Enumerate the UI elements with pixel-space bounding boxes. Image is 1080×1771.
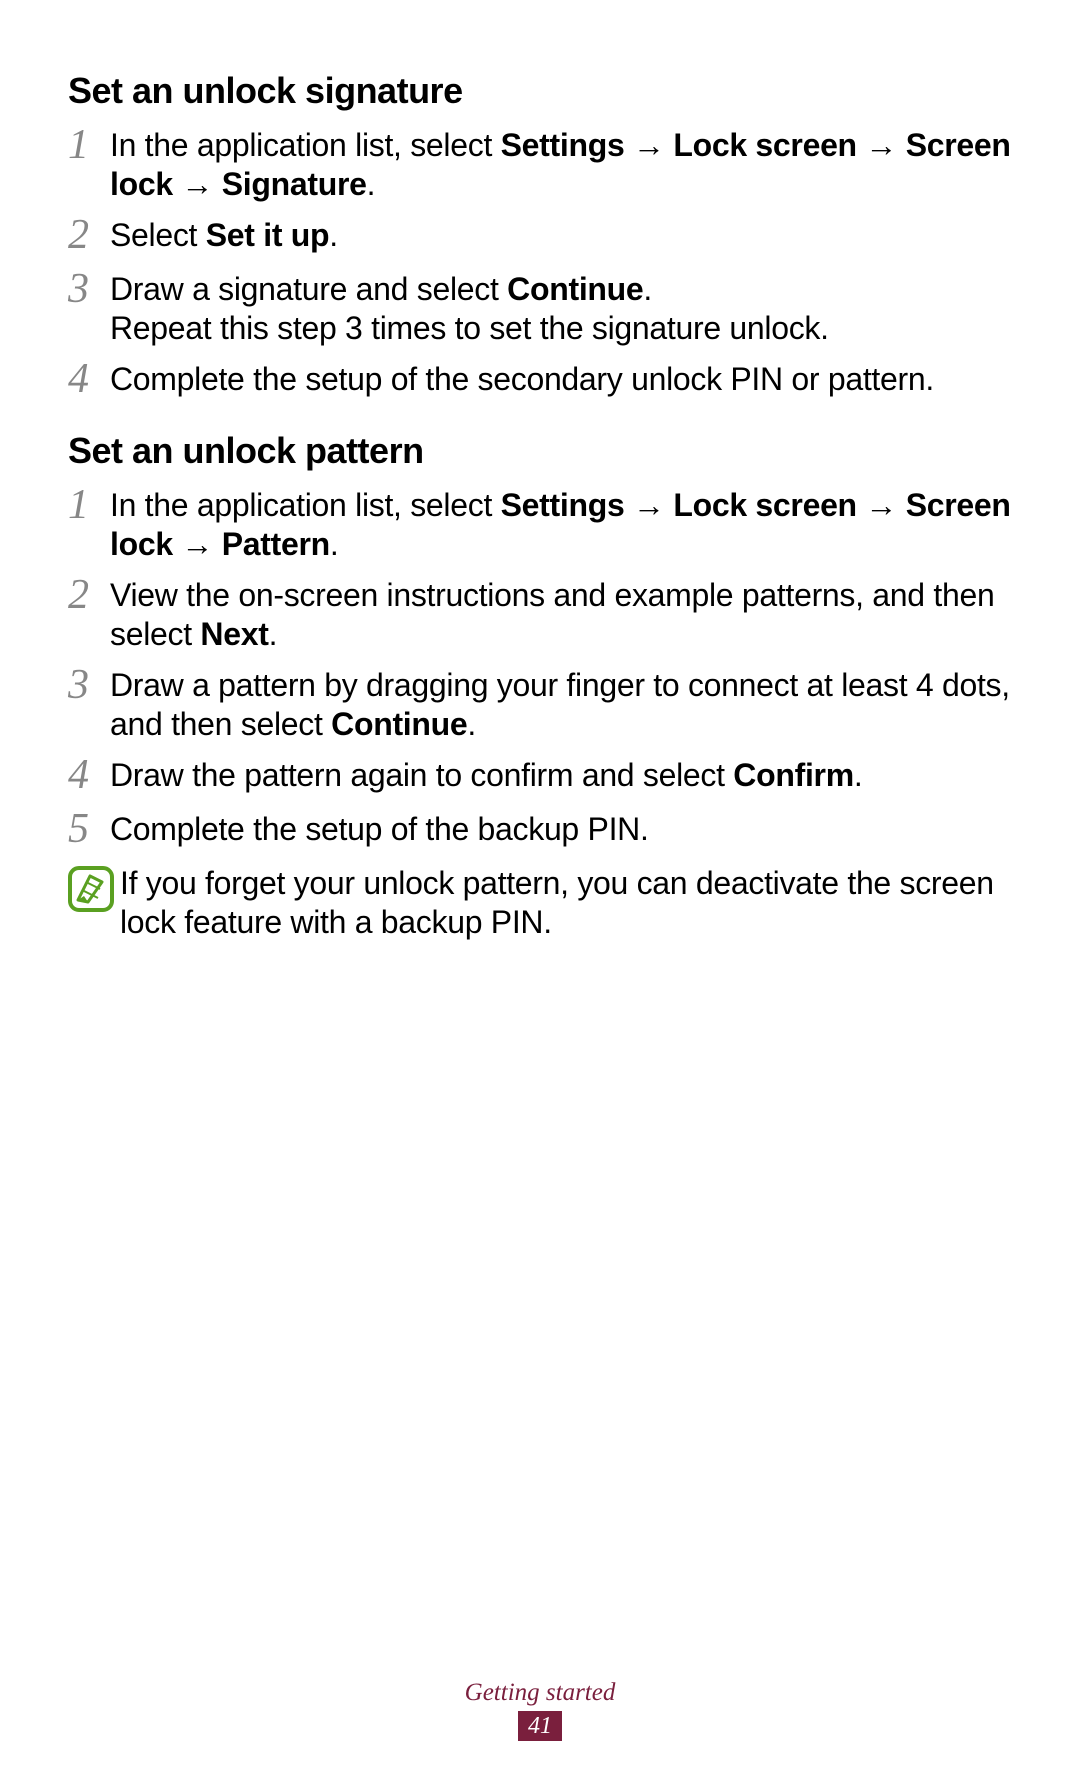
step-body: Complete the setup of the backup PIN. — [110, 810, 649, 849]
step-item: 1 In the application list, select Settin… — [68, 486, 1012, 564]
step-text-pre: Complete the setup of the secondary unlo… — [110, 361, 934, 397]
step-item: 5 Complete the setup of the backup PIN. — [68, 810, 1012, 852]
step-text-post: . — [854, 757, 863, 793]
step-text-pre: Draw a pattern by dragging your finger t… — [110, 667, 1010, 742]
step-text-bold: Continue — [507, 271, 643, 307]
step-item: 2 Select Set it up. — [68, 216, 1012, 258]
step-number: 4 — [68, 754, 110, 796]
step-text-post: . — [367, 166, 376, 202]
note-text: If you forget your unlock pattern, you c… — [120, 864, 1012, 942]
step-body: Draw a signature and select Continue. Re… — [110, 270, 829, 348]
steps-pattern: 1 In the application list, select Settin… — [68, 486, 1012, 942]
step-text-pre: In the application list, select — [110, 127, 501, 163]
steps-signature: 1 In the application list, select Settin… — [68, 126, 1012, 402]
step-text-post: . — [269, 616, 278, 652]
step-text-pre: In the application list, select — [110, 487, 501, 523]
step-text-pre: Draw a signature and select — [110, 271, 507, 307]
step-number: 1 — [68, 124, 110, 166]
step-body: In the application list, select Settings… — [110, 486, 1012, 564]
step-text-pre: Select — [110, 217, 206, 253]
step-body: Complete the setup of the secondary unlo… — [110, 360, 934, 399]
step-body: Select Set it up. — [110, 216, 338, 255]
step-text-pre: Draw the pattern again to confirm and se… — [110, 757, 733, 793]
step-text-bold: Set it up — [206, 217, 330, 253]
step-text-bold: Confirm — [733, 757, 854, 793]
step-number: 1 — [68, 484, 110, 526]
step-body: In the application list, select Settings… — [110, 126, 1012, 204]
step-text-post: . — [467, 706, 476, 742]
step-number: 2 — [68, 574, 110, 616]
step-number: 4 — [68, 358, 110, 400]
step-item: 1 In the application list, select Settin… — [68, 126, 1012, 204]
step-item: 2 View the on-screen instructions and ex… — [68, 576, 1012, 654]
step-item: 3 Draw a signature and select Continue. … — [68, 270, 1012, 348]
step-text-extra: Repeat this step 3 times to set the sign… — [110, 310, 829, 346]
step-text-bold: Next — [200, 616, 268, 652]
step-text-post: . — [329, 217, 338, 253]
note-icon — [68, 866, 114, 912]
section-heading-pattern: Set an unlock pattern — [68, 430, 1012, 472]
step-body: View the on-screen instructions and exam… — [110, 576, 1012, 654]
step-item: 4 Draw the pattern again to confirm and … — [68, 756, 1012, 798]
step-text-post: . — [643, 271, 652, 307]
step-text-post: . — [330, 526, 339, 562]
step-number: 2 — [68, 214, 110, 256]
step-number: 5 — [68, 808, 110, 850]
footer-section-title: Getting started — [0, 1679, 1080, 1707]
step-item: 3 Draw a pattern by dragging your finger… — [68, 666, 1012, 744]
page-footer: Getting started 41 — [0, 1679, 1080, 1741]
step-item: 4 Complete the setup of the secondary un… — [68, 360, 1012, 402]
footer-page-number: 41 — [518, 1711, 562, 1741]
section-heading-signature: Set an unlock signature — [68, 70, 1012, 112]
step-number: 3 — [68, 664, 110, 706]
step-text-pre: Complete the setup of the backup PIN. — [110, 811, 649, 847]
step-number: 3 — [68, 268, 110, 310]
step-body: Draw a pattern by dragging your finger t… — [110, 666, 1012, 744]
step-body: Draw the pattern again to confirm and se… — [110, 756, 862, 795]
note-row: If you forget your unlock pattern, you c… — [68, 864, 1012, 942]
step-text-bold: Continue — [331, 706, 467, 742]
